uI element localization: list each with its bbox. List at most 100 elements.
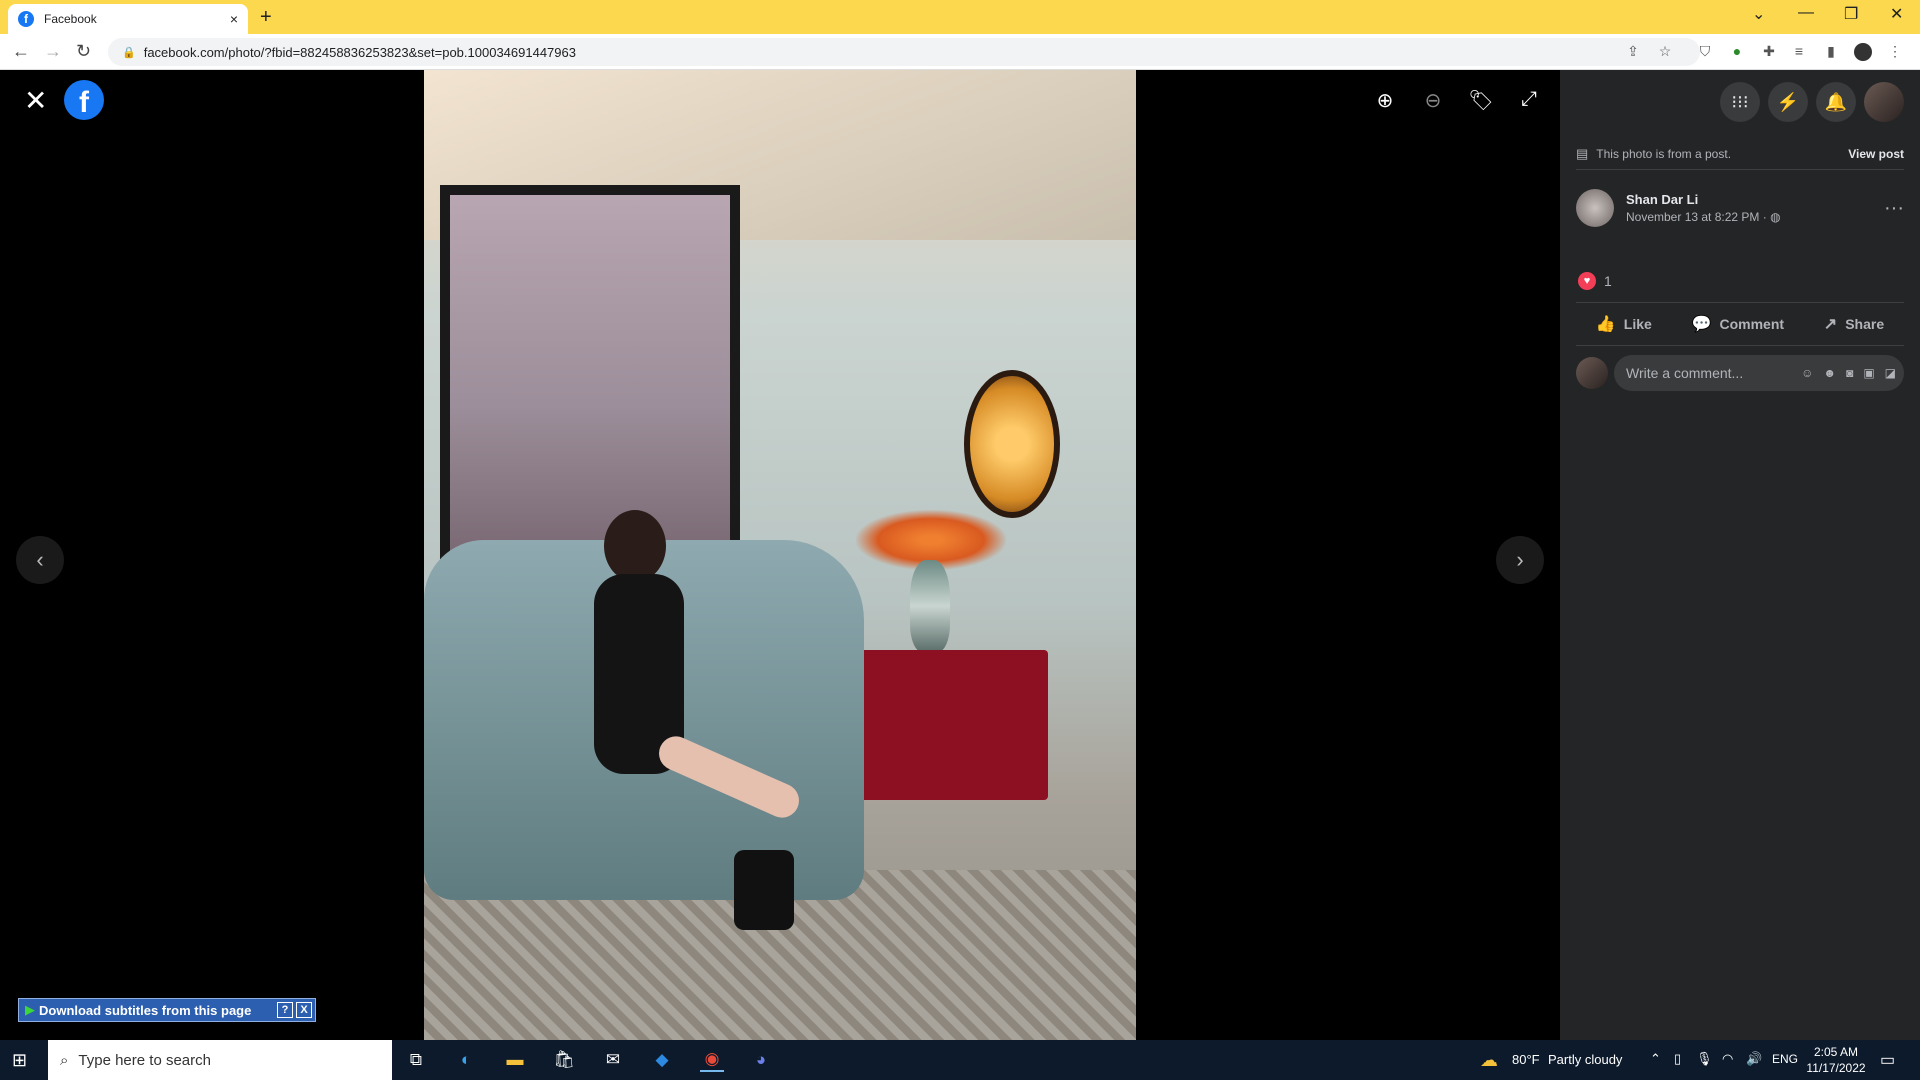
post-note: ▤ This photo is from a post. View post <box>1576 138 1904 170</box>
battery-icon[interactable]: ▯ <box>1674 1051 1681 1067</box>
post-author: Shan Dar Li November 13 at 8:22 PM · ◍ ·… <box>1576 186 1904 230</box>
view-post-link[interactable]: View post <box>1848 147 1904 161</box>
share-icon[interactable]: ⇪ <box>1624 43 1642 61</box>
reload-icon[interactable]: ↻ <box>76 41 91 62</box>
globe-extension-icon[interactable]: ● <box>1728 43 1746 61</box>
post-date[interactable]: November 13 at 8:22 PM · ◍ <box>1626 210 1781 224</box>
photo-vase <box>910 560 950 652</box>
menu-grid-icon[interactable]: ⁝⁝⁝ <box>1720 82 1760 122</box>
gif-icon[interactable]: ▣ <box>1863 366 1874 380</box>
browser-tabstrip: f Facebook × + ⌄ — ❐ ✕ <box>0 0 1920 34</box>
tag-icon[interactable]: 🏷 <box>1468 88 1494 114</box>
windows-taskbar: ⊞ ⌕ ⧉ ◐ ▬ 🛍 ✉ ◆ ◉ ◕ ☁ 80°F Partly cloudy… <box>0 1040 1920 1080</box>
profile-avatar-icon[interactable] <box>1854 43 1872 61</box>
edge-browser-icon[interactable]: ◐ <box>454 1048 478 1072</box>
file-explorer-icon[interactable]: ▬ <box>503 1048 527 1072</box>
author-name[interactable]: Shan Dar Li <box>1626 192 1781 207</box>
avatar-sticker-icon[interactable]: ☺ <box>1801 366 1813 380</box>
like-button[interactable]: 👍 Like <box>1596 314 1652 334</box>
comment-box[interactable]: ☺ ☻ ◙ ▣ ◪ <box>1614 355 1904 391</box>
clock-time: 2:05 AM <box>1813 1045 1859 1059</box>
tab-search-icon[interactable]: ⌄ <box>1752 4 1765 24</box>
notifications-bell-icon[interactable]: 🔔 <box>1816 82 1856 122</box>
volume-icon[interactable]: 🔊 <box>1746 1051 1762 1067</box>
messenger-icon[interactable]: ⚡ <box>1768 82 1808 122</box>
microphone-icon[interactable]: 🎙 <box>1696 1051 1713 1067</box>
taskbar-search-input[interactable] <box>78 1051 299 1069</box>
vscode-icon[interactable]: ◆ <box>650 1048 674 1072</box>
address-bar[interactable]: 🔒 facebook.com/photo/?fbid=8824588362538… <box>108 38 1700 66</box>
zoom-out-icon[interactable]: ⊖ <box>1420 88 1446 114</box>
like-label: Like <box>1623 316 1652 332</box>
discord-icon[interactable]: ◕ <box>749 1048 773 1072</box>
weather-desc[interactable]: Partly cloudy <box>1548 1052 1622 1067</box>
bookmark-star-icon[interactable]: ☆ <box>1656 43 1674 61</box>
chrome-menu-icon[interactable]: ⋮ <box>1886 43 1904 61</box>
back-icon[interactable]: ← <box>12 41 30 62</box>
more-options-icon[interactable]: ··· <box>1884 197 1904 220</box>
next-photo-button[interactable]: › <box>1496 536 1544 584</box>
chrome-taskbar-icon[interactable]: ◉ <box>700 1048 724 1072</box>
microsoft-store-icon[interactable]: 🛍 <box>552 1048 576 1072</box>
photo-person <box>534 510 805 930</box>
post-photo <box>424 70 1136 1040</box>
comment-label: Comment <box>1719 316 1785 332</box>
photo-viewer: ✕ f ⊕ ⊖ 🏷 ⤢ ‹ › ▶ Download subtitles fro… <box>0 70 1560 1040</box>
extensions-puzzle-icon[interactable]: ✚ <box>1760 43 1778 61</box>
comment-bubble-icon: 💬 <box>1691 316 1712 333</box>
browser-toolbar: ← → ↻ 🔒 facebook.com/photo/?fbid=8824588… <box>0 34 1920 70</box>
subtitles-download-bar[interactable]: ▶ Download subtitles from this page ? X <box>18 998 316 1022</box>
subtitles-close-button[interactable]: X <box>296 1002 312 1018</box>
subtitles-download-label[interactable]: Download subtitles from this page <box>39 1003 277 1018</box>
address-url: facebook.com/photo/?fbid=882458836253823… <box>143 44 576 60</box>
previous-photo-button[interactable]: ‹ <box>16 536 64 584</box>
browser-tab[interactable]: f Facebook × <box>8 4 248 34</box>
facebook-logo-icon[interactable]: f <box>64 80 104 120</box>
fullscreen-icon[interactable]: ⤢ <box>1516 88 1542 114</box>
notification-center-icon[interactable]: ▭ <box>1880 1050 1895 1070</box>
zoom-in-icon[interactable]: ⊕ <box>1372 88 1398 114</box>
search-icon: ⌕ <box>60 1051 69 1069</box>
close-viewer-icon[interactable]: ✕ <box>24 84 47 117</box>
side-panel-icon[interactable]: ▮ <box>1822 43 1840 61</box>
new-tab-button[interactable]: + <box>260 6 272 29</box>
language-indicator[interactable]: ENG <box>1772 1052 1798 1066</box>
clock-date: 11/17/2022 <box>1806 1061 1866 1075</box>
reactions-summary[interactable]: ♥ 1 <box>1578 272 1612 290</box>
minimize-button[interactable]: — <box>1798 4 1814 22</box>
tray-chevron-icon[interactable]: ⌃ <box>1650 1051 1661 1067</box>
emoji-icon[interactable]: ☻ <box>1823 366 1836 380</box>
sticker-icon[interactable]: ◪ <box>1885 366 1896 380</box>
mail-icon[interactable]: ✉ <box>601 1048 625 1072</box>
camera-icon[interactable]: ◙ <box>1846 366 1853 380</box>
system-clock[interactable]: 2:05 AM 11/17/2022 <box>1800 1044 1872 1076</box>
task-view-icon[interactable]: ⧉ <box>404 1048 428 1072</box>
share-label: Share <box>1845 316 1885 332</box>
comment-button[interactable]: 💬 Comment <box>1692 314 1784 334</box>
share-arrow-icon: ↗ <box>1823 316 1838 333</box>
account-avatar[interactable] <box>1864 82 1904 122</box>
lock-icon: 🔒 <box>122 46 136 59</box>
post-note-text: This photo is from a post. <box>1596 146 1732 161</box>
post-info-panel: ⁝⁝⁝ ⚡ 🔔 ▤ This photo is from a post. Vie… <box>1560 70 1920 1040</box>
author-avatar[interactable] <box>1576 189 1614 227</box>
forward-icon[interactable]: → <box>44 41 62 62</box>
windows-start-icon[interactable]: ⊞ <box>12 1050 27 1071</box>
weather-temp[interactable]: 80°F <box>1512 1052 1540 1067</box>
restore-button[interactable]: ❐ <box>1844 4 1858 24</box>
taskbar-search[interactable]: ⌕ <box>48 1040 392 1080</box>
weather-icon[interactable]: ☁ <box>1480 1050 1498 1071</box>
media-control-icon[interactable]: ≡ <box>1790 43 1808 61</box>
thumbs-up-icon: 👍 <box>1595 316 1616 333</box>
wifi-icon[interactable]: ◠ <box>1722 1051 1733 1067</box>
tab-close-icon[interactable]: × <box>230 11 238 27</box>
comment-input[interactable] <box>1626 365 1792 381</box>
photo-red-cabinet <box>832 650 1048 800</box>
close-window-button[interactable]: ✕ <box>1890 4 1903 24</box>
love-reaction-icon: ♥ <box>1578 272 1596 290</box>
subtitles-help-button[interactable]: ? <box>277 1002 293 1018</box>
share-button[interactable]: ↗ Share <box>1824 314 1884 334</box>
tab-title: Facebook <box>44 12 97 26</box>
post-note-icon: ▤ <box>1576 145 1589 161</box>
shield-extension-icon[interactable]: ⛉ <box>1696 43 1714 61</box>
